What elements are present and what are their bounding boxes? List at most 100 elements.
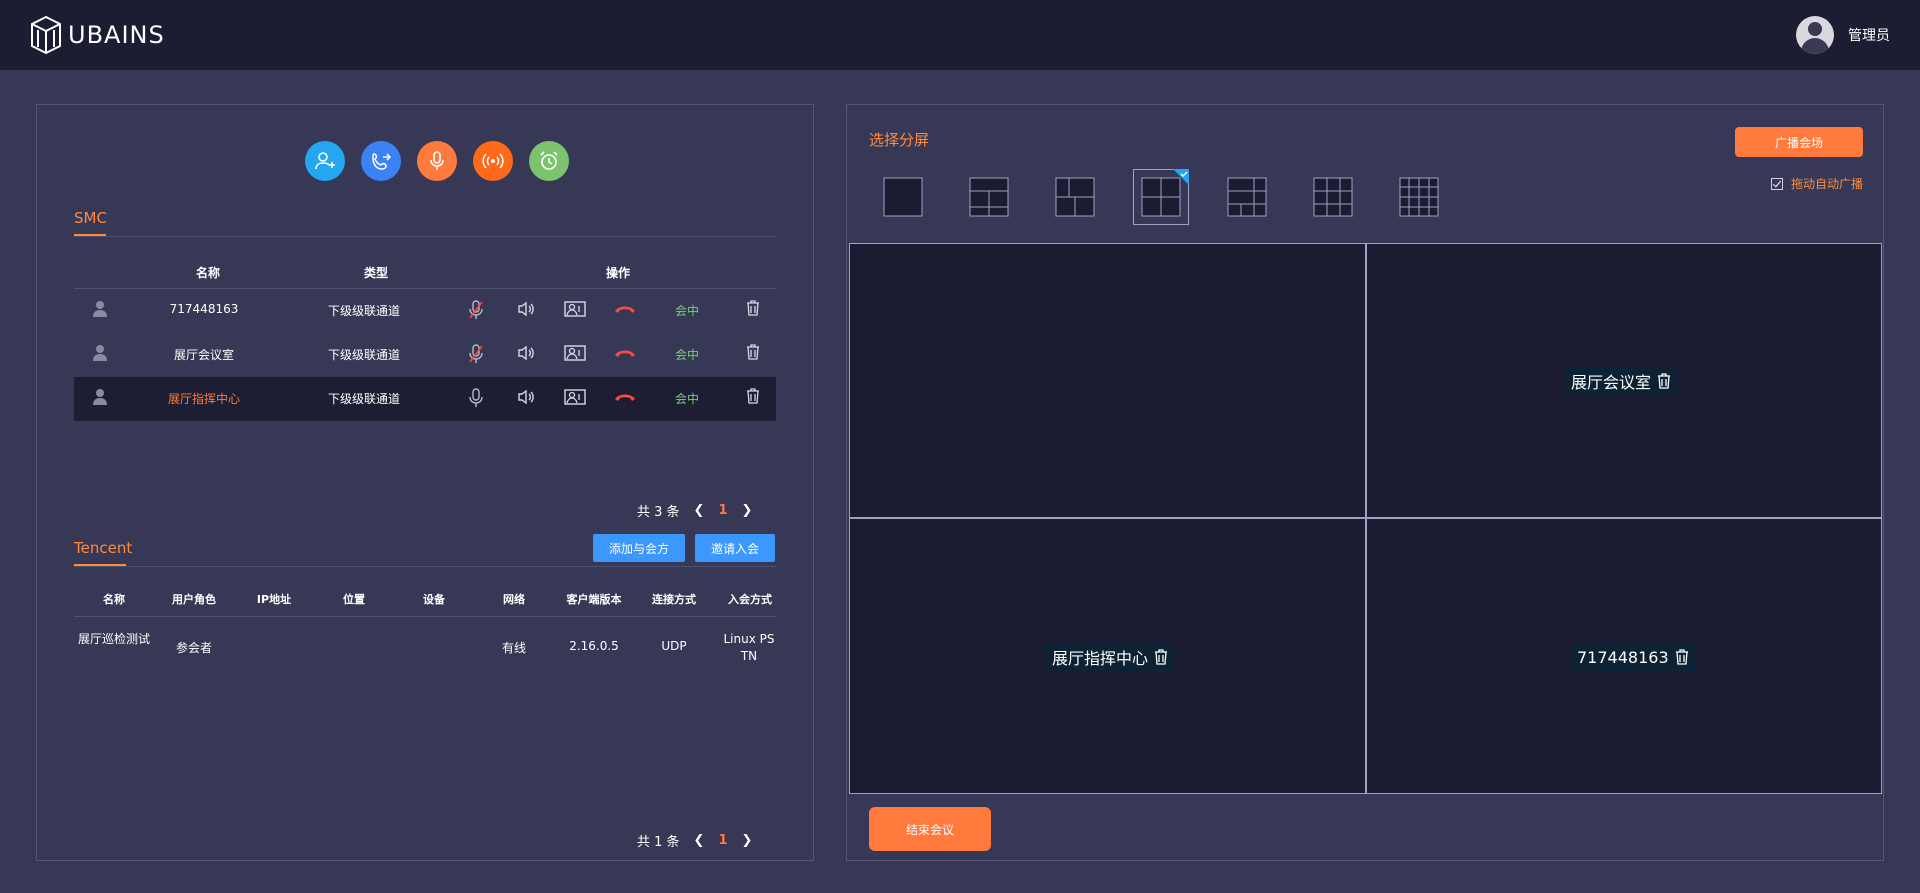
col-name: 名称 [103,593,125,606]
cell-label-bottom-left[interactable]: 展厅指挥中心 [1046,643,1175,671]
person-icon [92,300,108,321]
divider [74,566,776,567]
call-transfer-icon[interactable] [361,141,401,181]
chevron-left-icon[interactable]: ❮ [694,503,705,518]
row-name: 展厅会议室 [173,348,234,362]
brand-logo: UBAINS [30,16,165,54]
screen-view-icon[interactable] [564,389,586,408]
hangup-icon[interactable] [614,347,636,361]
cell-version: 2.16.0.5 [569,639,619,653]
selected-check-icon [1173,169,1189,185]
layout-4-icon[interactable] [1133,169,1189,225]
tencent-table-header: 名称 用户角色 IP地址 位置 设备 网络 客户端版本 连接方式 入会方式 [74,579,776,617]
add-user-icon[interactable] [305,141,345,181]
broadcast-venue-button[interactable]: 广播会场 [1735,127,1863,157]
screen-view-icon[interactable] [564,345,586,364]
screen-view-icon[interactable] [564,301,586,320]
row-name: 717448163 [169,302,239,316]
col-network: 网络 [503,593,525,606]
chevron-right-icon[interactable]: ❯ [742,503,753,518]
speaker-icon[interactable] [517,389,535,408]
smc-table-header: 名称 类型 操作 [74,253,776,289]
total-count: 共 3 条 [637,505,680,520]
divider [74,236,776,237]
tab-tencent[interactable]: Tencent [74,539,132,557]
action-toolbar [305,141,569,181]
col-type: 类型 [364,266,389,280]
layout-6-icon[interactable] [1219,169,1275,225]
video-grid: 展厅会议室 展厅指挥中心 717448163 [849,243,1882,794]
broadcast-icon[interactable] [473,141,513,181]
brand-name: UBAINS [68,21,165,49]
alarm-clock-icon[interactable] [529,141,569,181]
auto-broadcast-checkbox[interactable]: 拖动自动广播 [1770,175,1863,192]
col-conn: 连接方式 [652,593,696,606]
end-meeting-button[interactable]: 结束会议 [869,807,991,851]
status-badge: 会中 [674,304,699,318]
microphone-icon[interactable] [417,141,457,181]
col-join: 入会方式 [728,593,772,606]
table-row[interactable]: 717448163 下级级联通道 会中 [74,289,776,333]
row-name: 展厅指挥中心 [167,392,240,406]
layout-3-icon[interactable] [961,169,1017,225]
layout-16-icon[interactable] [1391,169,1447,225]
user-name[interactable]: 管理员 [1848,25,1890,45]
cell-label-bottom-right[interactable]: 717448163 [1571,643,1695,671]
hangup-icon[interactable] [614,391,636,405]
col-version: 客户端版本 [566,593,622,606]
add-participant-button[interactable]: 添加与会方 [593,534,685,562]
hangup-icon[interactable] [614,303,636,317]
mic-muted-icon[interactable] [468,300,484,323]
chevron-right-icon[interactable]: ❯ [742,833,753,848]
table-row-selected[interactable]: 展厅指挥中心 下级级联通道 会中 [74,377,776,421]
cell-conn: UDP [661,639,687,653]
person-icon [92,344,108,365]
col-device: 设备 [423,593,445,606]
speaker-icon[interactable] [517,345,535,364]
current-page[interactable]: 1 [718,833,727,848]
row-type: 下级级联通道 [327,348,400,362]
tencent-pagination: 共 1 条 ❮ 1 ❯ [637,831,752,850]
smc-pagination: 共 3 条 ❮ 1 ❯ [637,501,752,520]
trash-icon[interactable] [746,344,760,363]
layout-selector [875,169,1477,225]
row-type: 下级级联通道 [327,392,400,406]
tab-smc[interactable]: SMC [74,209,107,227]
layout-1-icon[interactable] [875,169,931,225]
chevron-left-icon[interactable]: ❮ [694,833,705,848]
col-location: 位置 [343,593,365,606]
trash-icon[interactable] [1657,373,1671,389]
checkbox-checked-icon[interactable] [1770,177,1783,190]
split-screen-title: 选择分屏 [869,131,930,149]
trash-icon[interactable] [746,300,760,319]
table-row[interactable]: 展厅巡检测试 参会者 有线 2.16.0.5 UDP Linux PSTN [74,617,776,683]
cell-label-top-right[interactable]: 展厅会议室 [1565,367,1678,395]
speaker-icon[interactable] [517,301,535,320]
grid-divider [850,517,1881,519]
row-type: 下级级联通道 [327,304,400,318]
ubains-logo-icon [31,16,61,54]
mic-muted-icon[interactable] [468,344,484,367]
layout-9-icon[interactable] [1305,169,1361,225]
venue-name: 展厅指挥中心 [1052,649,1149,668]
status-badge: 会中 [674,348,699,362]
layout-4a-icon[interactable] [1047,169,1103,225]
trash-icon[interactable] [1154,649,1168,665]
invite-button[interactable]: 邀请入会 [695,534,775,562]
participants-panel: SMC 名称 类型 操作 717448163 下级级联通道 会中 展厅会议室 下… [36,104,814,861]
auto-broadcast-label: 拖动自动广播 [1790,177,1863,191]
trash-icon[interactable] [746,388,760,407]
cell-role: 参会者 [175,641,212,655]
current-page[interactable]: 1 [718,503,727,518]
microphone-icon[interactable] [468,388,484,411]
cell-name: 展厅巡检测试 [78,632,151,646]
status-badge: 会中 [674,392,699,406]
user-menu[interactable]: 管理员 [1796,16,1890,54]
trash-icon[interactable] [1675,649,1689,665]
avatar[interactable] [1796,16,1834,54]
screen-layout-panel: 选择分屏 广播会场 拖动自动广播 展厅会议室 展厅指挥中心 717448163 … [846,104,1884,861]
table-row[interactable]: 展厅会议室 下级级联通道 会中 [74,333,776,377]
top-bar: UBAINS 管理员 [0,0,1920,70]
venue-name: 717448163 [1577,647,1669,667]
person-icon [92,388,108,409]
